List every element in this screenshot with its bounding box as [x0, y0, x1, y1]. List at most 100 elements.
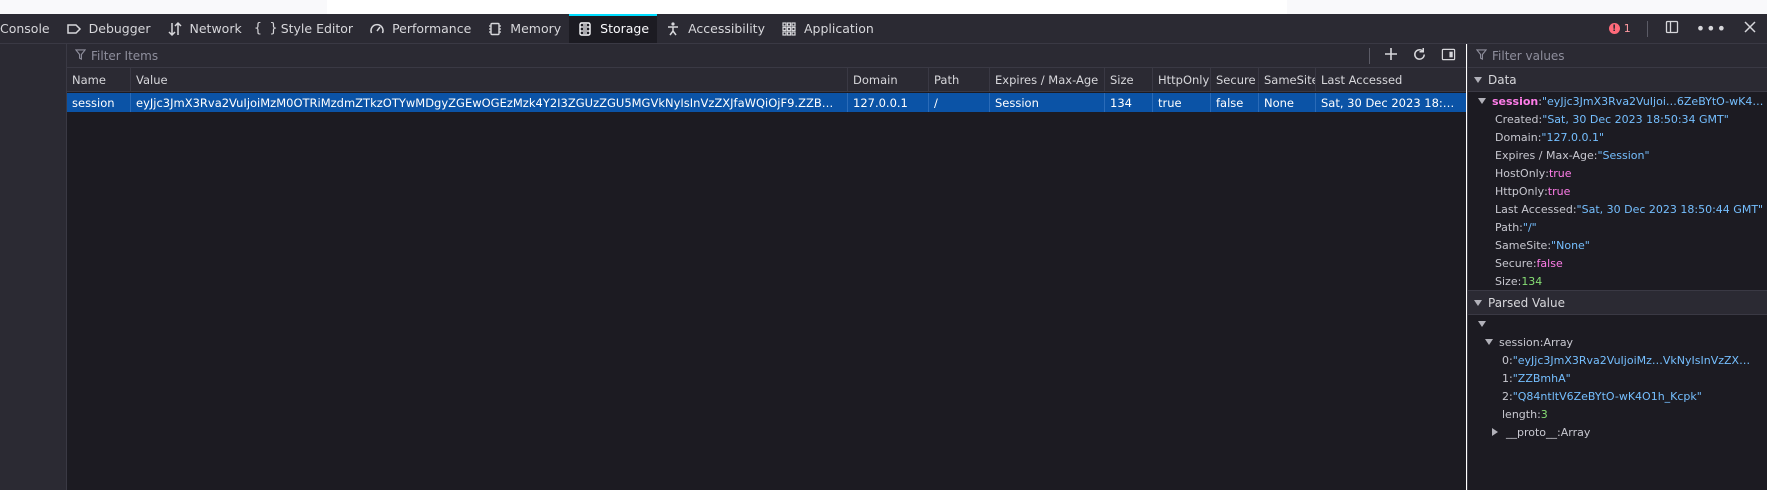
cell-domain: 127.0.0.1	[848, 93, 929, 112]
tree-row[interactable]: Domain: "127.0.0.1"	[1468, 128, 1767, 146]
cell-samesite: None	[1259, 93, 1316, 112]
data-tree: session: "eyJjc3JmX3Rva2VuIjoi…6ZeBYtO-wK…	[1468, 92, 1767, 290]
array-items: 0: "eyJjc3JmX3Rva2VuIjoiMz…VkNyIsInVzZXJf…	[1468, 351, 1767, 423]
column-header-path[interactable]: Path	[929, 68, 990, 91]
table-header: Name Value Domain Path Expires / Max-Age…	[67, 68, 1466, 92]
column-header-expires[interactable]: Expires / Max-Age	[990, 68, 1105, 91]
tree-key: SameSite	[1495, 238, 1548, 252]
cell-secure: false	[1211, 93, 1259, 112]
tree-row[interactable]: Created: "Sat, 30 Dec 2023 18:50:34 GMT"	[1468, 110, 1767, 128]
expand-arrow-icon	[1478, 98, 1486, 104]
tree-key: 0	[1502, 353, 1509, 367]
tabbar-right-controls: ! 1 •••	[1608, 14, 1767, 43]
tree-row[interactable]: Size:134	[1468, 272, 1767, 290]
tab-performance[interactable]: Performance	[361, 14, 479, 43]
cell-size: 134	[1105, 93, 1153, 112]
tree-value: "Sat, 30 Dec 2023 18:50:34 GMT"	[1542, 112, 1729, 126]
tab-label: Network	[189, 21, 242, 36]
cell-value: eyJjc3JmX3Rva2VuIjoiMzM0OTRiMzdmZTkzOTYw…	[131, 93, 848, 112]
tree-row[interactable]: Last Accessed: "Sat, 30 Dec 2023 18:50:44…	[1468, 200, 1767, 218]
tree-key: HttpOnly	[1495, 184, 1545, 198]
tree-type: Array	[1543, 335, 1574, 349]
tree-value: "Q84ntltV6ZeBYtO-wK4O1h_Kcpk"	[1512, 389, 1702, 403]
tab-network[interactable]: Network	[159, 14, 250, 43]
tree-row-cookie[interactable]: session: "eyJjc3JmX3Rva2VuIjoi…6ZeBYtO-wK…	[1468, 92, 1767, 110]
tab-label: Memory	[510, 21, 562, 36]
tab-label: Debugger	[88, 21, 151, 36]
table-row[interactable]: session eyJjc3JmX3Rva2VuIjoiMzM0OTRiMzdm…	[67, 93, 1466, 112]
tree-value: "eyJjc3JmX3Rva2VuIjoi…6ZeBYtO-wK4O1h_Kcp…	[1541, 94, 1767, 108]
tree-key: Secure	[1495, 256, 1533, 270]
tree-row[interactable]: HostOnly: true	[1468, 164, 1767, 182]
refresh-icon[interactable]	[1412, 47, 1427, 65]
column-header-value[interactable]: Value	[131, 68, 848, 91]
page-margin-right	[1287, 0, 1767, 14]
performance-icon	[369, 21, 385, 37]
tree-row[interactable]: HttpOnly: true	[1468, 182, 1767, 200]
column-header-httponly[interactable]: HttpOnly	[1153, 68, 1211, 91]
tree-row[interactable]: Secure: false	[1468, 254, 1767, 272]
more-options-icon[interactable]: •••	[1696, 19, 1727, 38]
filter-placeholder: Filter values	[1492, 48, 1565, 63]
cell-last-accessed: Sat, 30 Dec 2023 18:50:44 …	[1316, 93, 1466, 112]
tree-value: true	[1547, 184, 1571, 198]
dock-toggle-icon[interactable]	[1664, 19, 1680, 38]
column-header-samesite[interactable]: SameSite	[1259, 68, 1316, 91]
tree-row[interactable]: SameSite: "None"	[1468, 236, 1767, 254]
section-title: Parsed Value	[1488, 295, 1566, 310]
devtools-tabbar: Console Debugger Network { } Style Edito…	[0, 14, 1767, 44]
tab-console[interactable]: Console	[0, 14, 58, 43]
tree-row-root[interactable]	[1468, 315, 1767, 333]
tree-row[interactable]: 1: "ZZBmhA"	[1468, 369, 1767, 387]
expand-arrow-icon	[1474, 76, 1482, 83]
column-header-name[interactable]: Name	[67, 68, 131, 91]
tree-value: "/"	[1522, 220, 1537, 234]
tree-value: 3	[1540, 407, 1548, 421]
tab-storage[interactable]: Storage	[569, 14, 658, 43]
browser-page-strip	[0, 0, 1767, 14]
column-header-secure[interactable]: Secure	[1211, 68, 1259, 91]
parsed-tree: session: Array 0: "eyJjc3JmX3Rva2VuIjoiMz……	[1468, 315, 1767, 441]
filter-icon	[1475, 48, 1488, 63]
separator	[1646, 20, 1648, 37]
toggle-sidebar-icon[interactable]	[1441, 47, 1456, 65]
collapse-arrow-icon	[1492, 428, 1498, 436]
parsed-value-section-header[interactable]: Parsed Value	[1468, 290, 1767, 315]
tab-memory[interactable]: Memory	[479, 14, 569, 43]
column-header-size[interactable]: Size	[1105, 68, 1153, 91]
cell-path: /	[929, 93, 990, 112]
tab-application[interactable]: Application	[773, 14, 882, 43]
tree-row[interactable]: Expires / Max-Age: "Session"	[1468, 146, 1767, 164]
tree-row[interactable]: 2: "Q84ntltV6ZeBYtO-wK4O1h_Kcpk"	[1468, 387, 1767, 405]
data-section-header[interactable]: Data	[1468, 68, 1767, 92]
expand-arrow-icon	[1474, 299, 1482, 306]
tree-type: Array	[1560, 425, 1591, 439]
filter-values-input[interactable]: Filter values	[1468, 44, 1767, 68]
tree-key: 1	[1502, 371, 1509, 385]
tree-row[interactable]: 0: "eyJjc3JmX3Rva2VuIjoiMz…VkNyIsInVzZXJf…	[1468, 351, 1767, 369]
filter-items-input[interactable]: Filter Items	[67, 49, 1369, 63]
expand-arrow-icon	[1485, 339, 1493, 345]
tree-key: length	[1502, 407, 1538, 421]
tab-label: Storage	[600, 21, 650, 36]
tree-value: "Session"	[1597, 148, 1650, 162]
tab-label: Application	[803, 21, 874, 36]
tree-key: Expires / Max-Age	[1495, 148, 1594, 162]
cell-value-text: eyJjc3JmX3Rva2VuIjoiMzM0OTRiMzdmZTkzOTYw…	[136, 95, 842, 110]
tab-label: Console	[0, 21, 50, 36]
tab-debugger[interactable]: Debugger	[58, 14, 159, 43]
column-header-last-accessed[interactable]: Last Accessed	[1316, 68, 1466, 91]
error-count-badge[interactable]: ! 1	[1608, 22, 1631, 35]
tree-row-session-array[interactable]: session: Array	[1468, 333, 1767, 351]
filter-placeholder: Filter Items	[91, 48, 159, 63]
tab-accessibility[interactable]: Accessibility	[657, 14, 773, 43]
add-item-icon[interactable]	[1384, 47, 1398, 64]
tree-row-proto[interactable]: __proto__: Array	[1468, 423, 1767, 441]
close-icon[interactable]	[1743, 20, 1757, 37]
tab-style-editor[interactable]: { } Style Editor	[250, 14, 361, 43]
cell-httponly: true	[1153, 93, 1211, 112]
tree-row[interactable]: length:3	[1468, 405, 1767, 423]
column-header-domain[interactable]: Domain	[848, 68, 929, 91]
tree-row[interactable]: Path: "/"	[1468, 218, 1767, 236]
tree-value: "ZZBmhA"	[1512, 371, 1571, 385]
